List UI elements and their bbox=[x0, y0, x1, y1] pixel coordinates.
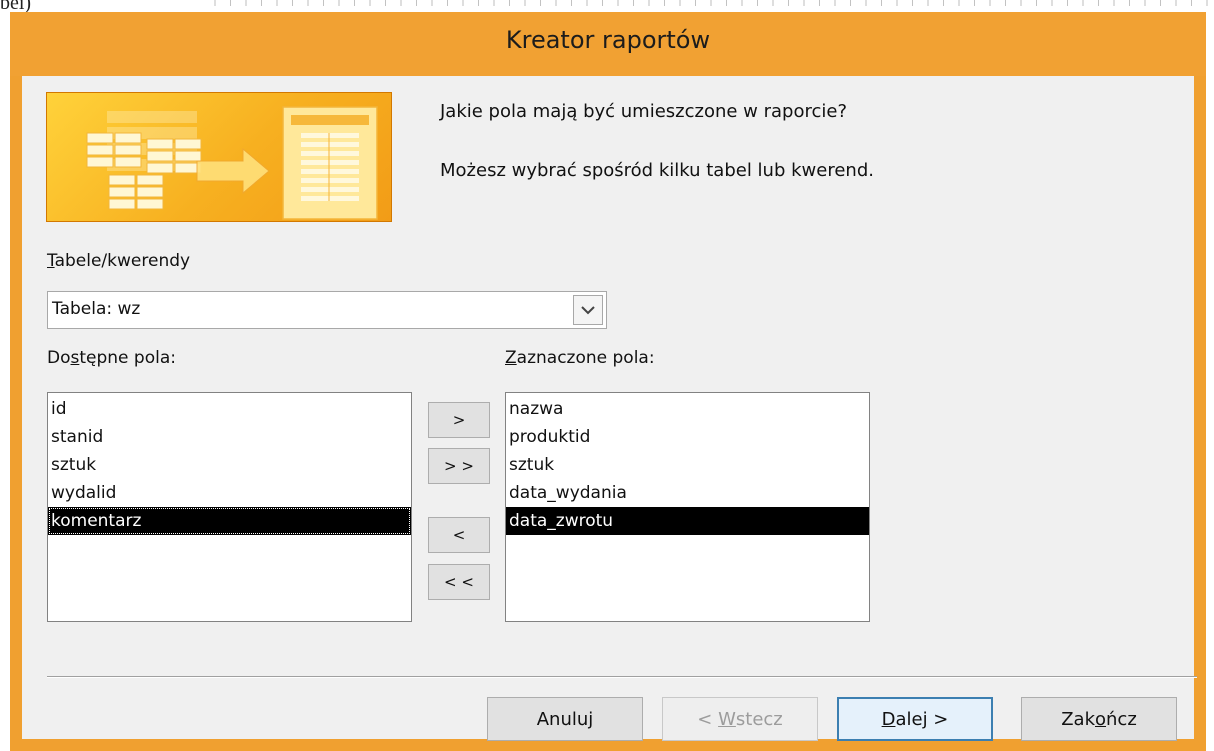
add-field-button[interactable]: > bbox=[428, 402, 490, 438]
title-bar[interactable]: Kreator raportów bbox=[10, 12, 1206, 76]
tables-queries-combobox[interactable]: Tabela: wz bbox=[47, 291, 607, 329]
list-item[interactable]: sztuk bbox=[48, 451, 411, 479]
list-item[interactable]: stanid bbox=[48, 423, 411, 451]
list-item[interactable]: produktid bbox=[506, 423, 869, 451]
dialog-title: Kreator raportów bbox=[505, 26, 711, 54]
list-item[interactable]: sztuk bbox=[506, 451, 869, 479]
selected-fields-label: Zaznaczone pola: bbox=[505, 348, 655, 368]
selected-fields-listbox[interactable]: nazwa produktid sztuk data_wydania data_… bbox=[505, 392, 870, 622]
background-strip bbox=[200, 0, 1214, 6]
tables-queries-value: Tabela: wz bbox=[52, 299, 141, 319]
available-fields-listbox[interactable]: id stanid sztuk wydalid komentarz bbox=[47, 392, 412, 622]
report-wizard-dialog: Kreator raportów Jakie pola mają być umi… bbox=[10, 12, 1206, 751]
list-item-selected[interactable]: komentarz bbox=[48, 507, 411, 535]
prompt-hint: Możesz wybrać spośród kilku tabel lub kw… bbox=[440, 160, 874, 181]
report-wizard-illustration-icon bbox=[46, 92, 392, 222]
screen: bei) Kreator raportów Jakie pola mają by… bbox=[0, 0, 1214, 751]
list-item[interactable]: nazwa bbox=[506, 395, 869, 423]
available-fields-label: Dostępne pola: bbox=[47, 348, 176, 368]
list-item-selected[interactable]: data_zwrotu bbox=[506, 507, 869, 535]
remove-field-button[interactable]: < bbox=[428, 517, 490, 553]
add-all-fields-button[interactable]: > > bbox=[428, 448, 490, 484]
divider bbox=[47, 676, 1197, 678]
finish-button[interactable]: Zak o ńcz bbox=[1021, 697, 1177, 741]
tables-queries-label: Tabele/kwerendy bbox=[47, 251, 191, 271]
cancel-button[interactable]: Anuluj bbox=[487, 697, 643, 741]
list-item[interactable]: data_wydania bbox=[506, 479, 869, 507]
prompt-question: Jakie pola mają być umieszczone w raporc… bbox=[440, 101, 848, 122]
back-button: < Wstecz bbox=[662, 697, 818, 741]
next-button[interactable]: Dalej > bbox=[837, 697, 993, 741]
remove-all-fields-button[interactable]: < < bbox=[428, 564, 490, 600]
chevron-down-icon bbox=[581, 306, 595, 315]
combobox-dropdown-button[interactable] bbox=[573, 295, 603, 325]
dialog-body: Jakie pola mają być umieszczone w raporc… bbox=[22, 76, 1197, 741]
list-item[interactable]: wydalid bbox=[48, 479, 411, 507]
list-item[interactable]: id bbox=[48, 395, 411, 423]
